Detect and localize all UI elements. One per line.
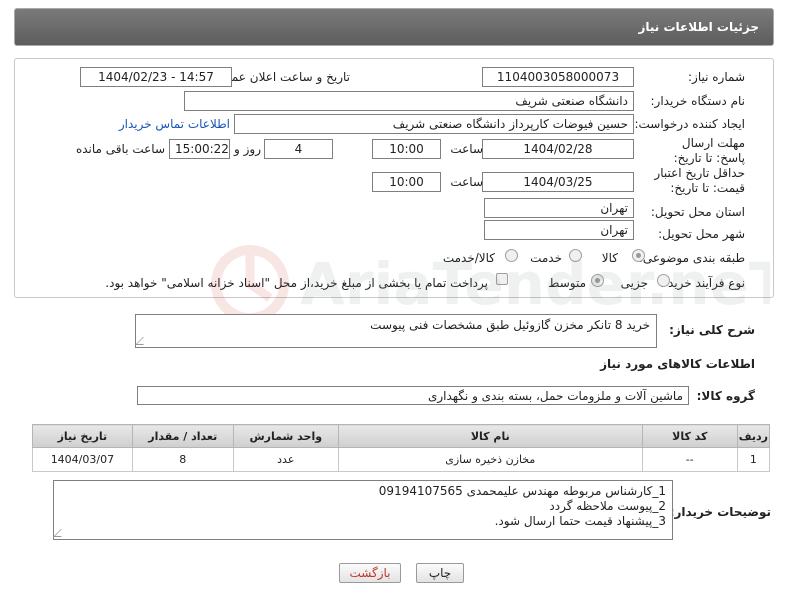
remaining-time-field: 15:00:22 xyxy=(169,139,230,159)
print-button[interactable]: چاپ xyxy=(416,563,464,583)
validity-label: حداقل تاریخ اعتبار قیمت: تا تاریخ: xyxy=(654,166,745,195)
summary-label: شرح کلی نیاز: xyxy=(669,323,755,337)
col-qty-header: تعداد / مقدار xyxy=(131,424,234,448)
process-radio-medium[interactable] xyxy=(591,274,604,287)
summary-textarea[interactable]: خرید 8 تانکر مخزن گازوئیل طبق مشخصات فنی… xyxy=(135,314,657,348)
validity-time-label: ساعت xyxy=(450,175,483,189)
cell-name: مخازن ذخیره سازی xyxy=(337,447,643,472)
cell-unit: عدد xyxy=(232,447,339,472)
goods-group-field: ماشین آلات و ملزومات حمل، بسته بندی و نگ… xyxy=(137,386,689,405)
buyer-notes-line-1: 1_کارشناس مربوطه مهندس علیمحمدی 09194107… xyxy=(378,484,666,498)
deadline-label: مهلت ارسال پاسخ: تا تاریخ: xyxy=(673,136,745,165)
city-field: تهران xyxy=(484,220,634,240)
deadline-date-field: 1404/02/28 xyxy=(482,139,634,159)
buyer-notes-textarea[interactable]: 1_کارشناس مربوطه مهندس علیمحمدی 09194107… xyxy=(53,480,673,540)
process-medium-label: متوسط xyxy=(548,276,586,290)
cell-code: -- xyxy=(641,447,738,472)
category-radio-goods-service[interactable] xyxy=(505,249,518,262)
treasury-payment-note: پرداخت تمام یا بخشی از مبلغ خرید،از محل … xyxy=(105,276,488,290)
col-name-header: نام کالا xyxy=(337,424,643,448)
page-title: جزئیات اطلاعات نیاز xyxy=(638,20,759,34)
days-label: روز و xyxy=(234,142,261,156)
summary-text: خرید 8 تانکر مخزن گازوئیل طبق مشخصات فنی… xyxy=(370,318,650,332)
province-field: تهران xyxy=(484,198,634,218)
category-radio-goods[interactable] xyxy=(632,249,645,262)
process-label: نوع فرآیند خرید : xyxy=(660,276,745,290)
buyer-notes-label: توضیحات خریدار: xyxy=(669,505,771,519)
resize-grip-icon[interactable] xyxy=(135,337,151,345)
cell-date: 1404/03/07 xyxy=(32,447,133,472)
deadline-time-label: ساعت xyxy=(450,142,483,156)
process-radio-minor[interactable] xyxy=(657,274,670,287)
category-goods-service-label: کالا/خدمت xyxy=(442,251,495,265)
cell-row: 1 xyxy=(736,447,771,472)
creator-label: ایجاد کننده درخواست: xyxy=(634,117,745,131)
deadline-time-field: 10:00 xyxy=(372,139,441,159)
table-header-row: ردیف کد کالا نام کالا واحد شمارش تعداد /… xyxy=(32,424,771,448)
days-field: 4 xyxy=(264,139,333,159)
buyer-contact-link[interactable]: اطلاعات تماس خریدار xyxy=(119,117,230,131)
goods-group-label: گروه کالا: xyxy=(696,389,755,403)
table-row: 1 -- مخازن ذخیره سازی عدد 8 1404/03/07 xyxy=(32,447,771,472)
city-label: شهر محل تحویل: xyxy=(658,227,745,241)
buyer-org-label: نام دستگاه خریدار: xyxy=(650,94,746,108)
category-radio-service[interactable] xyxy=(569,249,582,262)
announce-field: 1404/02/23 - 14:57 xyxy=(80,67,232,87)
resize-grip-icon[interactable] xyxy=(53,529,69,537)
buyer-notes-line-3: 3_پیشنهاد قیمت حتما ارسال شود. xyxy=(494,514,666,528)
back-button[interactable]: بازگشت xyxy=(339,563,401,583)
remaining-label: ساعت باقی مانده xyxy=(75,142,165,156)
cell-qty: 8 xyxy=(131,447,234,472)
col-date-header: تاریخ نیاز xyxy=(32,424,133,448)
buyer-org-field: دانشگاه صنعتی شریف xyxy=(184,91,634,111)
col-code-header: کد کالا xyxy=(641,424,738,448)
validity-date-field: 1404/03/25 xyxy=(482,172,634,192)
need-number-label: شماره نیاز: xyxy=(688,70,745,84)
need-number-field: 1104003058000073 xyxy=(482,67,634,87)
goods-section-title: اطلاعات کالاهای مورد نیاز xyxy=(600,357,755,371)
validity-time-field: 10:00 xyxy=(372,172,441,192)
treasury-payment-checkbox[interactable] xyxy=(496,273,508,285)
header-bar: جزئیات اطلاعات نیاز xyxy=(14,8,774,46)
category-goods-label: کالا xyxy=(601,251,618,265)
process-minor-label: جزیی xyxy=(620,276,648,290)
buyer-notes-line-2: 2_پیوست ملاحظه گردد xyxy=(549,499,666,513)
province-label: استان محل تحویل: xyxy=(650,205,745,219)
col-row-header: ردیف xyxy=(736,424,771,448)
creator-field: حسین فیوضات کارپرداز دانشگاه صنعتی شریف xyxy=(234,114,634,134)
category-service-label: خدمت xyxy=(530,251,562,265)
category-label: طبقه بندی موضوعی: xyxy=(638,251,745,265)
col-unit-header: واحد شمارش xyxy=(232,424,339,448)
goods-table: ردیف کد کالا نام کالا واحد شمارش تعداد /… xyxy=(32,424,771,472)
